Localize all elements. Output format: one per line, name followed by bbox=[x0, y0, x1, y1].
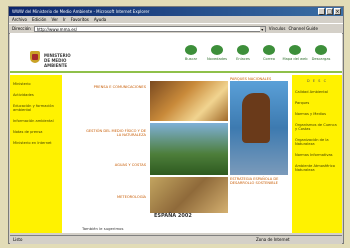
meteorology-photo[interactable] bbox=[150, 177, 228, 213]
search-icon bbox=[185, 45, 197, 55]
right-heading: D E S C bbox=[306, 79, 328, 83]
section-link[interactable]: PARQUES NACIONALES bbox=[230, 77, 290, 81]
status-bar: Listo Zona de Internet bbox=[10, 235, 342, 244]
minimize-button[interactable]: _ bbox=[318, 8, 325, 15]
landscape-photo[interactable] bbox=[150, 81, 228, 121]
header-divider bbox=[10, 71, 342, 73]
section-link[interactable]: GESTIÓN DEL MEDIO FÍSICO Y DE LA NATURAL… bbox=[82, 129, 146, 137]
close-button[interactable]: × bbox=[334, 8, 341, 15]
window-title: WWW del Ministerio de Medio Ambiente - M… bbox=[12, 9, 150, 14]
ministry-name[interactable]: MINISTERIO DE MEDIO AMBIENTE bbox=[44, 53, 84, 68]
right-link[interactable]: Ambiente Atmosférico Naturaleza bbox=[292, 164, 342, 172]
coat-of-arms-icon bbox=[30, 51, 40, 63]
left-link[interactable]: Ministerio bbox=[10, 82, 62, 86]
title-bar: WWW del Ministerio de Medio Ambiente - M… bbox=[9, 7, 343, 16]
maximize-button[interactable]: □ bbox=[326, 8, 333, 15]
left-link[interactable]: Actividades bbox=[10, 93, 62, 97]
main-content: PRENSA E COMUNICACIONES GESTIÓN DEL MEDI… bbox=[62, 75, 292, 233]
channel-guide-link[interactable]: Channel Guide bbox=[288, 26, 317, 31]
download-icon bbox=[315, 45, 327, 55]
status-text: Listo bbox=[13, 237, 23, 242]
suggestion-text: También le sugerimos bbox=[82, 226, 124, 231]
section-link[interactable]: METEOROLOGÍA bbox=[82, 195, 146, 199]
nav-mapa[interactable]: Mapa del web bbox=[283, 45, 308, 61]
nav-enlaces[interactable]: Enlaces bbox=[232, 45, 254, 61]
menu-ver[interactable]: Ver bbox=[51, 16, 58, 23]
right-link[interactable]: Calidad Ambiental bbox=[292, 90, 342, 94]
site-header: MINISTERIO DE MEDIO AMBIENTE Buscar Nove… bbox=[10, 33, 342, 69]
forest-photo[interactable] bbox=[150, 123, 228, 175]
left-link[interactable]: Información ambiental bbox=[10, 119, 62, 123]
left-link[interactable]: Ministerio en Internet bbox=[10, 141, 62, 145]
section-link[interactable]: ESTRATEGIA ESPAÑOLA DE DESARROLLO SOSTEN… bbox=[230, 177, 290, 185]
espana-2002-banner[interactable]: ESPAÑA 2002 bbox=[154, 213, 192, 219]
window-controls: _ □ × bbox=[318, 8, 341, 15]
nav-correo[interactable]: Correo bbox=[258, 45, 280, 61]
right-link[interactable]: Normas y Medios bbox=[292, 112, 342, 116]
top-navigation: Buscar Novedades Enlaces Correo Mapa del… bbox=[180, 45, 332, 61]
menu-ayuda[interactable]: Ayuda bbox=[94, 16, 106, 23]
right-link[interactable]: Parques bbox=[292, 101, 342, 105]
nav-novedades[interactable]: Novedades bbox=[206, 45, 228, 61]
browser-window: WWW del Ministerio de Medio Ambiente - M… bbox=[8, 6, 344, 244]
menu-archivo[interactable]: Archivo bbox=[12, 16, 27, 23]
menu-favoritos[interactable]: Favoritos bbox=[71, 16, 89, 23]
left-link[interactable]: Educación y formación ambiental bbox=[10, 104, 62, 112]
right-link[interactable]: Organismos de Cuenca y Costas bbox=[292, 123, 342, 131]
menu-bar: Archivo Edición Ver Ir Favoritos Ayuda bbox=[9, 16, 343, 23]
section-link[interactable]: AGUAS Y COSTAS bbox=[82, 163, 146, 167]
links-label[interactable]: Vínculos bbox=[269, 26, 286, 31]
web-page: MINISTERIO DE MEDIO AMBIENTE Buscar Nove… bbox=[10, 33, 342, 233]
links-icon bbox=[237, 45, 249, 55]
sitemap-icon bbox=[289, 45, 301, 55]
nav-buscar[interactable]: Buscar bbox=[180, 45, 202, 61]
section-link[interactable]: PRENSA E COMUNICACIONES bbox=[82, 85, 146, 89]
left-link[interactable]: Notas de prensa bbox=[10, 130, 62, 134]
right-link[interactable]: Normas Informativas bbox=[292, 153, 342, 157]
news-icon bbox=[211, 45, 223, 55]
dropdown-icon[interactable]: ▾ bbox=[259, 26, 265, 32]
mail-icon bbox=[263, 45, 275, 55]
menu-ir[interactable]: Ir bbox=[63, 16, 66, 23]
left-sidebar: Ministerio Actividades Educación y forma… bbox=[10, 75, 62, 233]
right-sidebar: D E S C Calidad Ambiental Parques Normas… bbox=[292, 75, 342, 233]
menu-edicion[interactable]: Edición bbox=[32, 16, 46, 23]
address-label: Dirección bbox=[12, 26, 31, 31]
zone-text: Zona de Internet bbox=[256, 237, 290, 242]
chamois-image bbox=[242, 93, 270, 143]
address-input[interactable]: http://www.mma.es/ ▾ bbox=[33, 25, 266, 32]
right-link[interactable]: Organización de la Naturaleza bbox=[292, 138, 342, 146]
nav-descargas[interactable]: Descargas bbox=[310, 45, 332, 61]
